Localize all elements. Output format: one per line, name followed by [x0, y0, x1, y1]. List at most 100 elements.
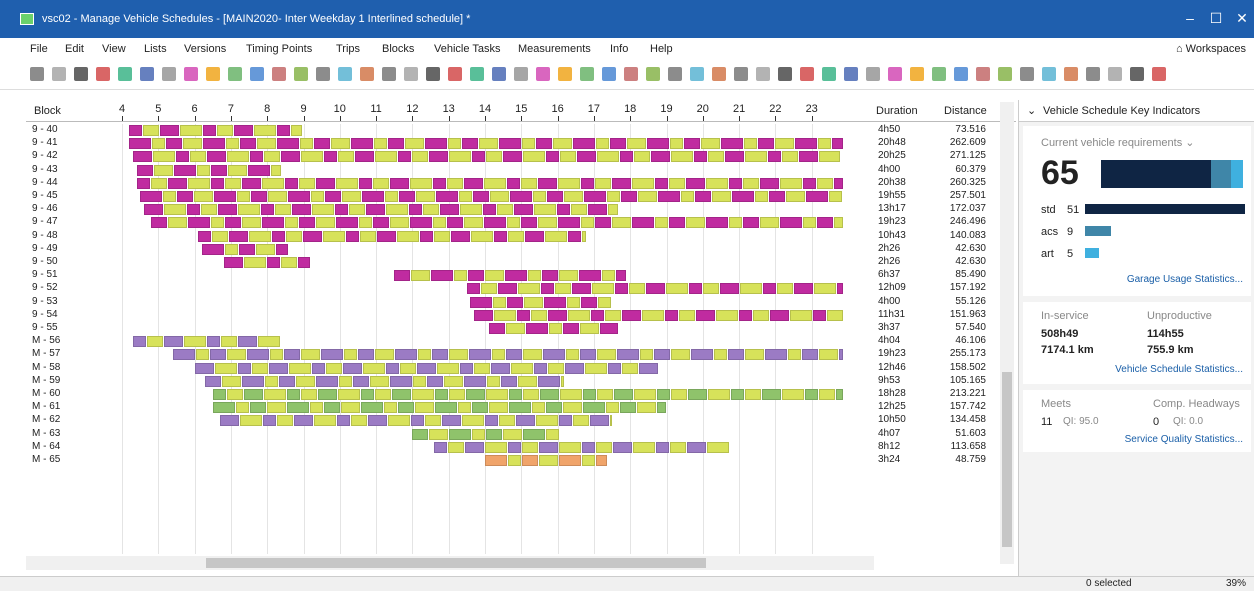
menu-info[interactable]: Info — [610, 43, 628, 55]
trip-segment[interactable] — [372, 177, 389, 189]
trip-segment[interactable] — [448, 138, 462, 150]
block-row[interactable]: 9 - 54 11h31 151.963 — [26, 309, 1016, 322]
toolbar-tool-icon[interactable] — [74, 67, 88, 81]
block-row[interactable]: 9 - 52 12h09 157.192 — [26, 282, 1016, 295]
trip-segment[interactable] — [360, 402, 383, 414]
toolbar-tool-icon[interactable] — [778, 67, 792, 81]
trip-segment[interactable] — [466, 283, 480, 295]
trip-segment[interactable] — [227, 164, 247, 176]
close-button[interactable]: ✕ — [1230, 8, 1254, 28]
trip-segment[interactable] — [744, 151, 767, 163]
trip-segment[interactable] — [538, 217, 558, 229]
trip-segment[interactable] — [582, 441, 596, 453]
trip-segment[interactable] — [656, 402, 666, 414]
trip-segment[interactable] — [203, 125, 217, 136]
trip-segment[interactable] — [656, 441, 670, 453]
trip-segment[interactable] — [309, 402, 323, 414]
trip-segment[interactable] — [669, 217, 686, 229]
trip-segment[interactable] — [129, 138, 152, 150]
trip-segment[interactable] — [762, 283, 776, 295]
trip-segment[interactable] — [459, 362, 473, 374]
trip-segment[interactable] — [357, 349, 374, 361]
trip-segment[interactable] — [581, 217, 595, 229]
trip-segment[interactable] — [639, 349, 653, 361]
trip-segment[interactable] — [668, 177, 685, 189]
trip-segment[interactable] — [564, 191, 584, 202]
trip-segment[interactable] — [429, 428, 449, 440]
trip-segment[interactable] — [759, 177, 779, 189]
trip-segment[interactable] — [298, 177, 315, 189]
trip-segment[interactable] — [388, 415, 410, 427]
trip-segment[interactable] — [610, 415, 612, 427]
trip-segment[interactable] — [331, 138, 351, 150]
trip-segment[interactable] — [598, 296, 612, 308]
garage-usage-link[interactable]: Garage Usage Statistics... — [1127, 274, 1243, 285]
trip-segment[interactable] — [299, 217, 316, 229]
trip-segment[interactable] — [480, 283, 497, 295]
trip-segment[interactable] — [143, 125, 160, 136]
trip-segment[interactable] — [508, 230, 525, 242]
trip-segment[interactable] — [163, 336, 183, 348]
trip-segment[interactable] — [397, 402, 414, 414]
trip-segment[interactable] — [297, 257, 310, 268]
trip-segment[interactable] — [266, 257, 280, 268]
trip-segment[interactable] — [579, 323, 599, 334]
trip-segment[interactable] — [547, 362, 564, 374]
trip-segment[interactable] — [374, 389, 391, 400]
trip-segment[interactable] — [781, 389, 804, 400]
trip-segment[interactable] — [468, 349, 491, 361]
trip-segment[interactable] — [150, 177, 167, 189]
toolbar-tool-icon[interactable] — [360, 67, 374, 81]
trip-segment[interactable] — [277, 138, 300, 150]
trip-segment[interactable] — [463, 177, 483, 189]
trip-segment[interactable] — [497, 283, 517, 295]
trip-segment[interactable] — [670, 441, 687, 453]
trip-segment[interactable] — [779, 177, 802, 189]
trip-segment[interactable] — [132, 336, 146, 348]
trip-segment[interactable] — [706, 217, 729, 229]
trip-segment[interactable] — [744, 349, 764, 361]
trip-segment[interactable] — [790, 309, 813, 321]
trip-segment[interactable] — [220, 415, 239, 427]
trip-segment[interactable] — [505, 349, 522, 361]
trip-segment[interactable] — [517, 309, 531, 321]
block-row[interactable]: 9 - 53 4h00 55.126 — [26, 296, 1016, 309]
trip-segment[interactable] — [300, 349, 320, 361]
trip-segment[interactable] — [548, 323, 562, 334]
trip-segment[interactable] — [628, 283, 645, 295]
trip-segment[interactable] — [832, 138, 844, 150]
block-row[interactable]: M - 65 3h24 48.759 — [26, 454, 1016, 467]
trip-segment[interactable] — [214, 191, 237, 202]
trip-segment[interactable] — [167, 177, 187, 189]
trip-segment[interactable] — [582, 230, 586, 242]
trip-segment[interactable] — [806, 191, 829, 202]
trip-segment[interactable] — [494, 230, 508, 242]
trip-segment[interactable] — [242, 375, 265, 387]
trip-segment[interactable] — [206, 336, 220, 348]
toolbar-tool-icon[interactable] — [690, 67, 704, 81]
vertical-scroll-thumb[interactable] — [1002, 372, 1012, 547]
toolbar-tool-icon[interactable] — [52, 67, 66, 81]
trip-segment[interactable] — [487, 375, 501, 387]
trip-segment[interactable] — [427, 375, 444, 387]
trip-segment[interactable] — [612, 217, 632, 229]
trip-segment[interactable] — [279, 375, 296, 387]
toolbar-tool-icon[interactable] — [316, 67, 330, 81]
toolbar-tool-icon[interactable] — [866, 67, 880, 81]
toolbar-tool-icon[interactable] — [184, 67, 198, 81]
trip-segment[interactable] — [173, 164, 196, 176]
toolbar-tool-icon[interactable] — [1108, 67, 1122, 81]
trip-segment[interactable] — [226, 389, 243, 400]
duration-column-header[interactable]: Duration — [876, 105, 918, 117]
trip-segment[interactable] — [539, 455, 558, 466]
trip-segment[interactable] — [539, 389, 559, 400]
trip-segment[interactable] — [654, 177, 668, 189]
trip-segment[interactable] — [596, 349, 616, 361]
trip-segment[interactable] — [544, 296, 567, 308]
trip-segment[interactable] — [201, 243, 224, 255]
trip-segment[interactable] — [518, 375, 538, 387]
trip-segment[interactable] — [448, 441, 465, 453]
trip-segment[interactable] — [510, 191, 533, 202]
menu-edit[interactable]: Edit — [65, 43, 84, 55]
trip-segment[interactable] — [690, 349, 713, 361]
